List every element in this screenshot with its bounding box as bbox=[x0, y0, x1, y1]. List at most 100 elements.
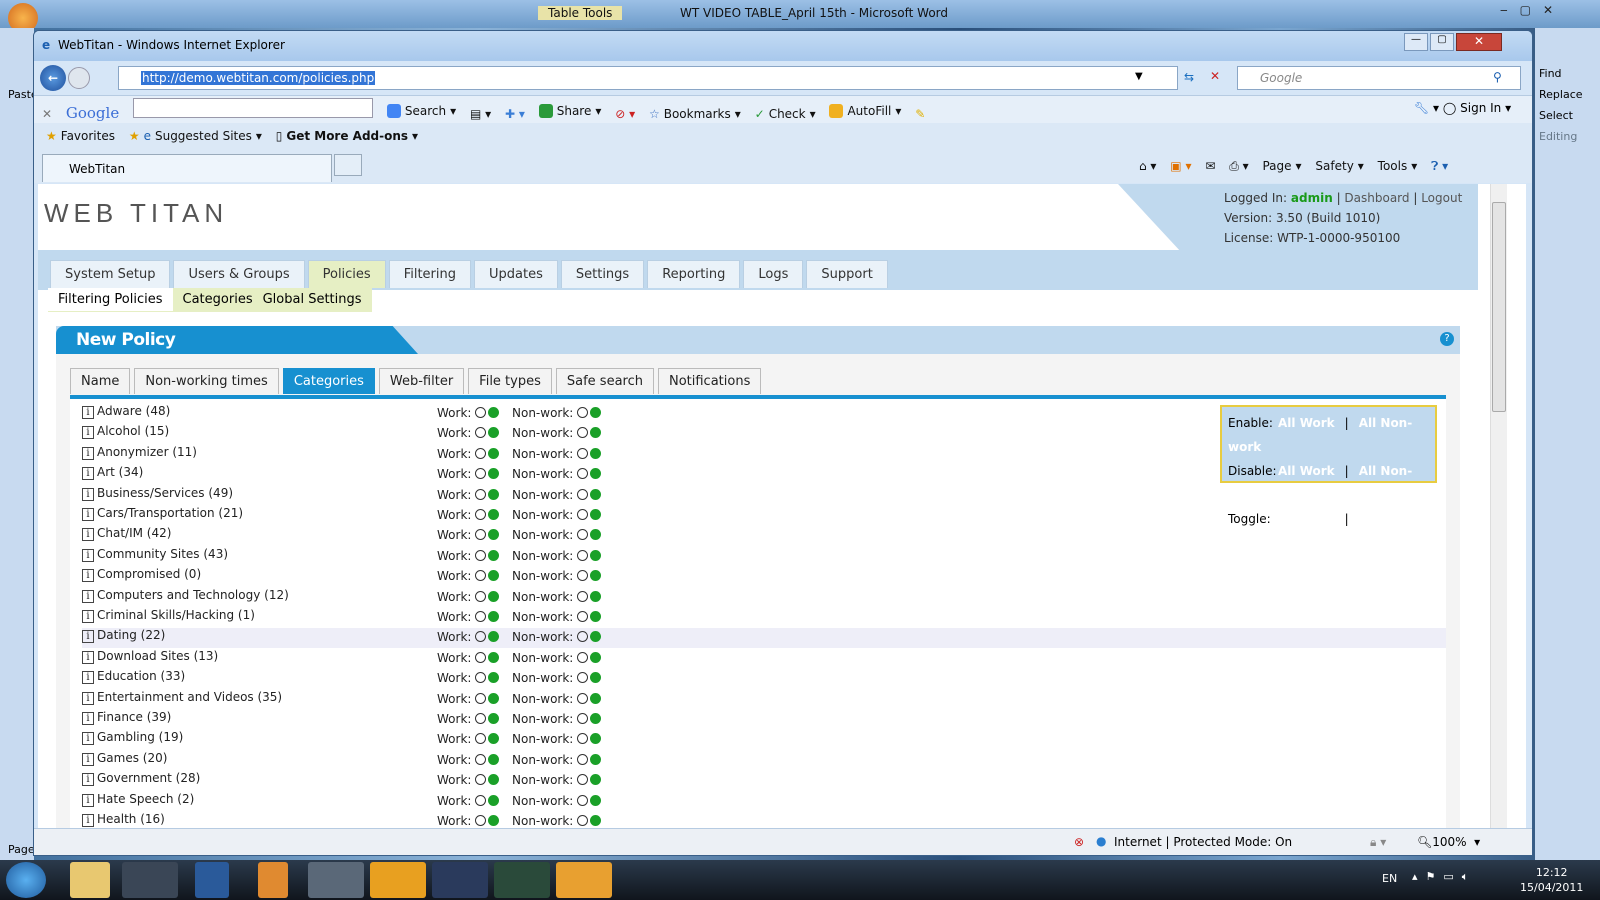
subnav-global-settings[interactable]: Global Settings bbox=[263, 288, 372, 311]
work-off-radio[interactable] bbox=[475, 427, 487, 439]
work-on-radio[interactable] bbox=[488, 794, 500, 806]
tab-safe-search[interactable]: Safe search bbox=[555, 368, 654, 394]
work-off-radio[interactable] bbox=[475, 753, 487, 765]
pagerank-icon[interactable]: ▤ ▾ bbox=[470, 107, 491, 121]
nav-tab-support[interactable]: Support bbox=[806, 260, 888, 288]
info-icon[interactable]: i bbox=[82, 630, 94, 644]
nonwork-on-radio[interactable] bbox=[590, 427, 602, 439]
work-on-radio[interactable] bbox=[488, 427, 500, 439]
subnav-filtering-policies[interactable]: Filtering Policies bbox=[48, 288, 173, 311]
lock-icon[interactable]: 🔒︎ ▾ bbox=[1370, 835, 1386, 850]
nonwork-on-radio[interactable] bbox=[590, 753, 602, 765]
nav-tab-policies[interactable]: Policies bbox=[307, 260, 386, 288]
back-button[interactable]: ← bbox=[40, 65, 66, 91]
info-icon[interactable]: i bbox=[82, 712, 94, 725]
nav-tab-filtering[interactable]: Filtering bbox=[388, 260, 472, 288]
work-on-radio[interactable] bbox=[488, 468, 500, 480]
nonwork-on-radio[interactable] bbox=[590, 549, 602, 561]
work-on-radio[interactable] bbox=[488, 447, 500, 459]
info-icon[interactable]: i bbox=[82, 691, 94, 705]
nonwork-off-radio[interactable] bbox=[577, 815, 589, 826]
subnav-categories[interactable]: Categories bbox=[173, 288, 263, 311]
info-icon[interactable]: i bbox=[82, 610, 94, 623]
work-on-radio[interactable] bbox=[488, 753, 500, 765]
work-on-radio[interactable] bbox=[488, 509, 500, 520]
nonwork-off-radio[interactable] bbox=[577, 509, 589, 520]
work-on-radio[interactable] bbox=[488, 570, 500, 582]
word-taskbar-icon[interactable] bbox=[432, 862, 488, 898]
tools-menu[interactable]: Tools ▾ bbox=[1378, 159, 1418, 173]
work-on-radio[interactable] bbox=[488, 549, 500, 561]
get-addons-button[interactable]: ▯ Get More Add-ons ▾ bbox=[276, 129, 418, 143]
nonwork-on-radio[interactable] bbox=[590, 529, 602, 541]
tray-icons[interactable]: ▴⚑▭🔈︎ bbox=[1412, 870, 1476, 884]
popup-blocker-icon[interactable]: ⊘ ▾ bbox=[615, 107, 635, 121]
nonwork-off-radio[interactable] bbox=[577, 631, 589, 643]
signin-button[interactable]: 🔧︎ ▾ ◯ Sign In ▾ bbox=[1414, 101, 1511, 115]
nav-tab-updates[interactable]: Updates bbox=[474, 260, 558, 288]
info-icon[interactable]: i bbox=[82, 650, 94, 664]
dashboard-link[interactable]: Dashboard bbox=[1344, 191, 1409, 205]
work-on-radio[interactable] bbox=[488, 590, 500, 602]
info-icon[interactable]: i bbox=[82, 426, 94, 440]
work-off-radio[interactable] bbox=[475, 570, 487, 582]
scrollbar-thumb[interactable] bbox=[1492, 202, 1506, 412]
forward-button[interactable] bbox=[68, 67, 90, 89]
nonwork-off-radio[interactable] bbox=[577, 468, 589, 480]
nav-tab-settings[interactable]: Settings bbox=[560, 260, 645, 288]
work-off-radio[interactable] bbox=[475, 631, 487, 643]
minimize-button[interactable]: — bbox=[1404, 33, 1428, 51]
favorites-button[interactable]: ★ Favorites bbox=[46, 129, 115, 143]
work-off-radio[interactable] bbox=[475, 794, 487, 806]
help-icon[interactable]: ❓︎ ▾ bbox=[1431, 159, 1448, 174]
work-off-radio[interactable] bbox=[475, 672, 487, 684]
start-button[interactable] bbox=[6, 862, 46, 898]
info-icon[interactable]: i bbox=[82, 773, 94, 787]
nonwork-off-radio[interactable] bbox=[577, 692, 589, 704]
work-off-radio[interactable] bbox=[475, 407, 487, 418]
close-toolbar-icon[interactable]: ✕ bbox=[42, 107, 52, 121]
work-off-radio[interactable] bbox=[475, 651, 487, 663]
nonwork-off-radio[interactable] bbox=[577, 651, 589, 663]
work-on-radio[interactable] bbox=[488, 407, 500, 418]
info-icon[interactable]: i bbox=[82, 671, 94, 685]
nonwork-off-radio[interactable] bbox=[577, 611, 589, 622]
info-icon[interactable]: i bbox=[82, 793, 94, 807]
search-icon[interactable]: ⚲ bbox=[1493, 70, 1502, 84]
autofill-button[interactable]: AutoFill ▾ bbox=[829, 104, 901, 118]
nonwork-off-radio[interactable] bbox=[577, 447, 589, 459]
work-off-radio[interactable] bbox=[475, 468, 487, 480]
vertical-scrollbar[interactable] bbox=[1490, 184, 1507, 828]
new-tab-button[interactable] bbox=[334, 154, 362, 176]
safety-menu[interactable]: Safety ▾ bbox=[1315, 159, 1363, 173]
nav-tab-reporting[interactable]: Reporting bbox=[647, 260, 741, 288]
explorer-taskbar-icon[interactable] bbox=[70, 862, 110, 898]
feeds-icon[interactable]: ▣ ▾ bbox=[1170, 159, 1191, 173]
nonwork-on-radio[interactable] bbox=[590, 447, 602, 459]
hp-taskbar-icon[interactable] bbox=[122, 862, 178, 898]
nonwork-off-radio[interactable] bbox=[577, 774, 589, 786]
nav-tab-users-groups[interactable]: Users & Groups bbox=[173, 260, 305, 288]
url-text[interactable]: http://demo.webtitan.com/policies.php bbox=[141, 71, 376, 85]
security-zone[interactable]: Internet | Protected Mode: On bbox=[1114, 835, 1292, 849]
nonwork-on-radio[interactable] bbox=[590, 468, 602, 480]
excel-taskbar-icon[interactable] bbox=[494, 862, 550, 898]
work-off-radio[interactable] bbox=[475, 447, 487, 459]
nonwork-on-radio[interactable] bbox=[590, 815, 602, 826]
work-on-radio[interactable] bbox=[488, 529, 500, 541]
zoom-level[interactable]: 🔍︎100% ▾ bbox=[1417, 835, 1480, 849]
share-button[interactable]: Share ▾ bbox=[538, 104, 601, 118]
info-icon[interactable]: i bbox=[82, 446, 94, 460]
home-icon[interactable]: ⌂ ▾ bbox=[1139, 159, 1156, 173]
logout-link[interactable]: Logout bbox=[1421, 191, 1462, 205]
add-icon[interactable]: ✚ ▾ bbox=[505, 107, 525, 121]
nonwork-off-radio[interactable] bbox=[577, 529, 589, 541]
blocked-icon[interactable]: ⊗ bbox=[1074, 835, 1084, 849]
refresh-icon[interactable]: ⇆ bbox=[1184, 70, 1194, 84]
maximize-button[interactable]: ▢ bbox=[1430, 33, 1454, 51]
nonwork-on-radio[interactable] bbox=[590, 611, 602, 622]
nonwork-on-radio[interactable] bbox=[590, 774, 602, 786]
nonwork-on-radio[interactable] bbox=[590, 590, 602, 602]
work-on-radio[interactable] bbox=[488, 692, 500, 704]
media-player-taskbar-icon[interactable] bbox=[258, 862, 288, 898]
